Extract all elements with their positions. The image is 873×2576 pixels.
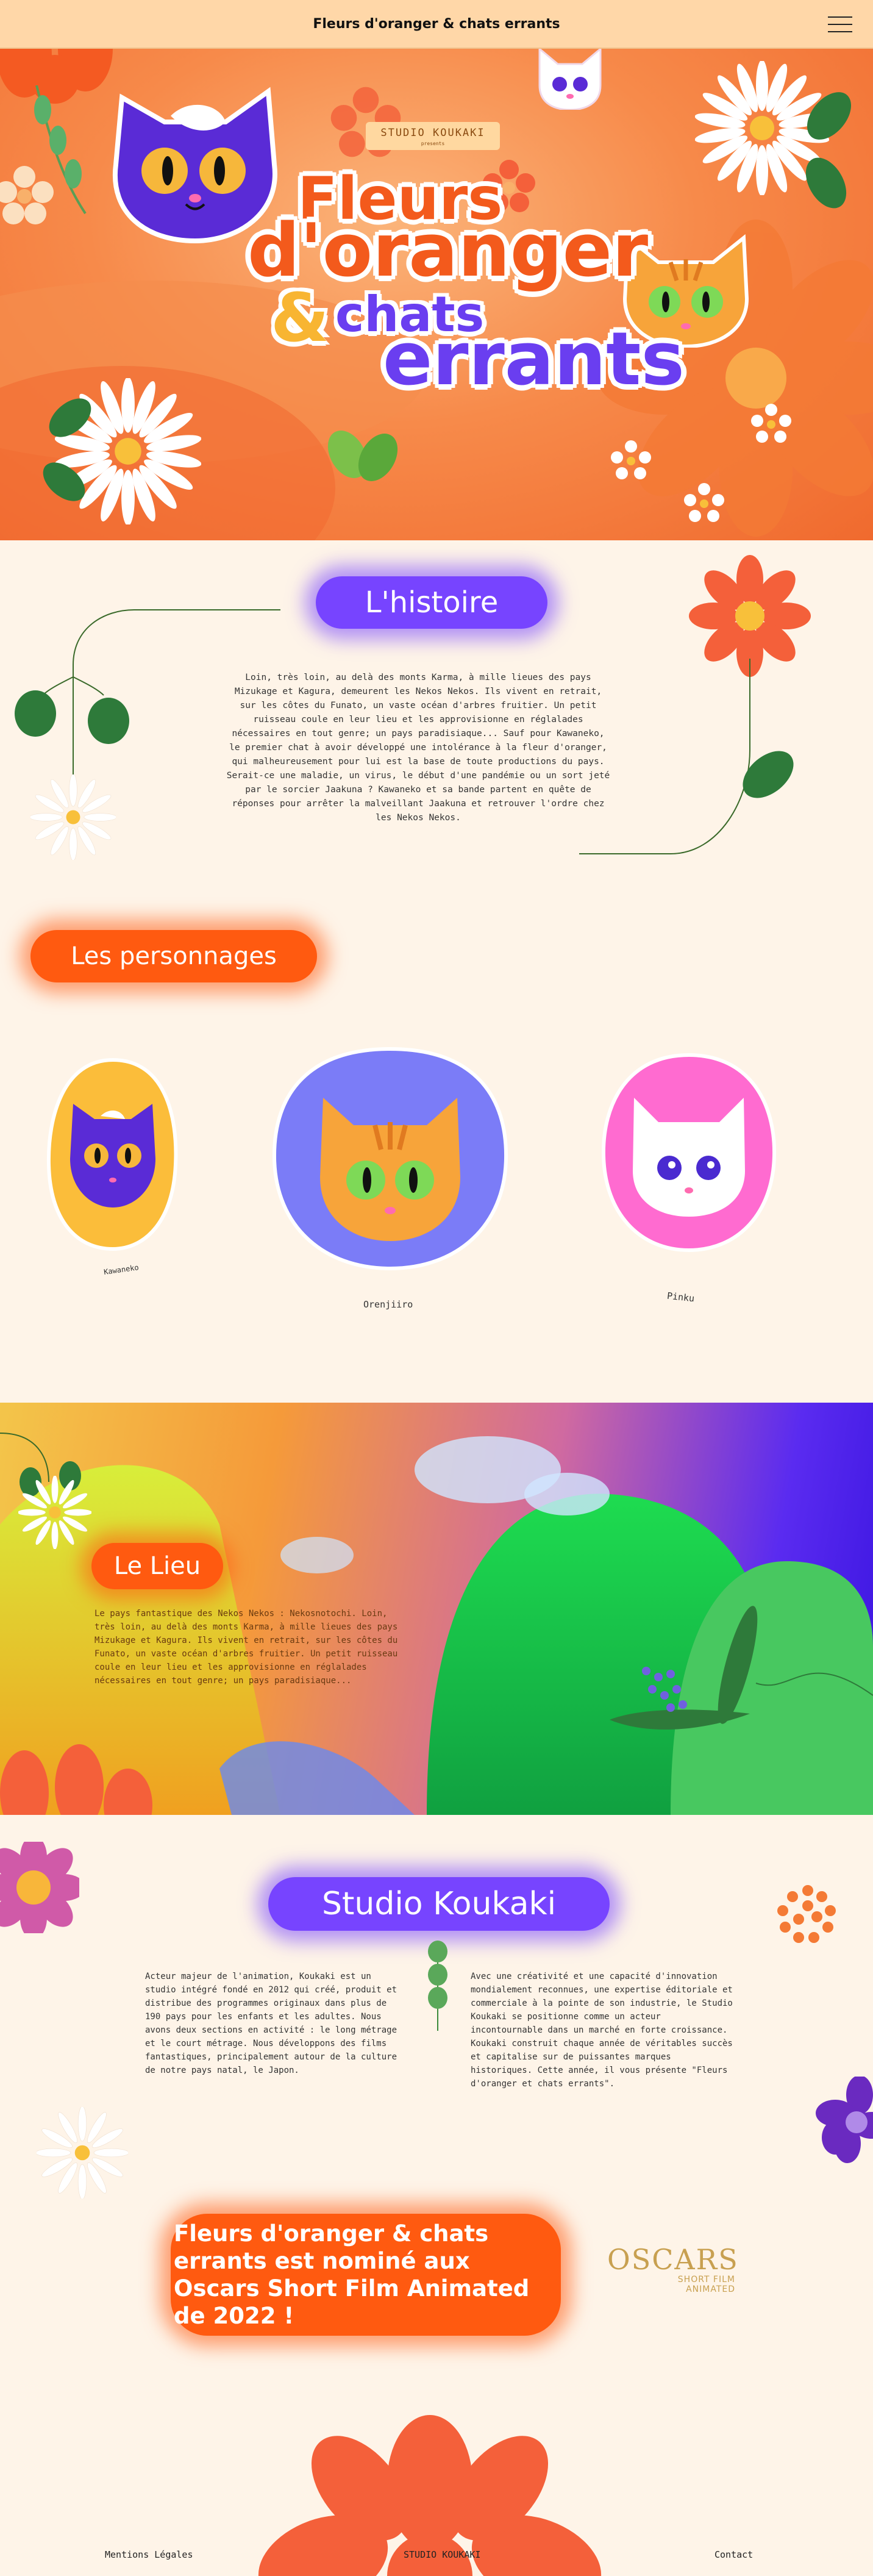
hamburger-icon[interactable] (828, 16, 852, 32)
white-flower-icon (0, 166, 54, 224)
character-card-kawaneko[interactable] (43, 1055, 183, 1256)
studio-heading: Studio Koukaki (268, 1877, 610, 1931)
small-flower-icon (611, 440, 651, 479)
small-flower-icon (684, 483, 724, 522)
histoire-heading: L'histoire (316, 576, 547, 629)
pink-flower-icon (0, 1842, 79, 1933)
character-card-orenjiiro[interactable] (268, 1043, 512, 1275)
studio-sub: presents (421, 141, 445, 146)
footer-legal-link[interactable]: Mentions Légales (105, 2549, 193, 2560)
small-flower-icon (751, 404, 791, 443)
hero-banner: STUDIO KOUKAKI presents Fleurs d'oranger… (0, 49, 873, 540)
studio-col2: Avec une créativité et une capacité d'in… (471, 1972, 733, 2089)
studio-tag: STUDIO KOUKAKI presents (366, 122, 500, 150)
footer-studio[interactable]: STUDIO KOUKAKI (404, 2549, 480, 2560)
leaf-icon (327, 431, 398, 481)
character-name-kawaneko: Kawaneko (103, 1263, 140, 1276)
footer-contact-link[interactable]: Contact (714, 2549, 753, 2560)
leaf-icon (43, 398, 91, 501)
studio-name: STUDIO KOUKAKI (380, 127, 485, 139)
orange-cluster-flower-icon (777, 1885, 836, 1943)
character-name-pinku: Pinku (666, 1290, 695, 1304)
hero-title-amp: & (271, 279, 329, 357)
white-daisy-icon (18, 1476, 91, 1549)
oscars-logo-line2: ANIMATED (686, 2284, 735, 2294)
leaf-stem-icon (428, 1941, 447, 2031)
character-name-orenjiiro: Orenjiiro (363, 1299, 413, 1310)
studio-col1: Acteur majeur de l'animation, Koukaki es… (145, 1972, 397, 2075)
lieu-section: Le Lieu Le pays fantastique des Nekos Ne… (0, 1403, 873, 1815)
white-cat-head (538, 49, 602, 110)
lieu-heading: Le Lieu (91, 1543, 223, 1589)
lieu-text: Le pays fantastique des Nekos Nekos : Ne… (94, 1609, 398, 1686)
oscars-text: Fleurs d'oranger & chats errants est nom… (174, 2220, 530, 2329)
white-daisy-icon (30, 775, 116, 860)
personnages-heading: Les personnages (30, 930, 317, 982)
hero-title-line2: d'oranger (248, 209, 649, 293)
oscars-logo-title: OSCARS (607, 2243, 739, 2276)
oscars-logo-line1: SHORT FILM (677, 2275, 735, 2284)
purple-flower-icon (816, 2077, 873, 2163)
histoire-text: Loin, très loin, au delà des monts Karma… (226, 673, 610, 823)
white-daisy-icon (37, 2107, 128, 2199)
hero-title-line4: errants (383, 317, 685, 402)
oscars-logo: OSCARS SHORT FILM ANIMATED (607, 2243, 739, 2294)
site-header: Fleurs d'oranger & chats errants (0, 0, 873, 49)
character-card-pinku[interactable] (597, 1049, 780, 1256)
site-title[interactable]: Fleurs d'oranger & chats errants (313, 16, 560, 32)
leaf-icon (805, 92, 852, 209)
